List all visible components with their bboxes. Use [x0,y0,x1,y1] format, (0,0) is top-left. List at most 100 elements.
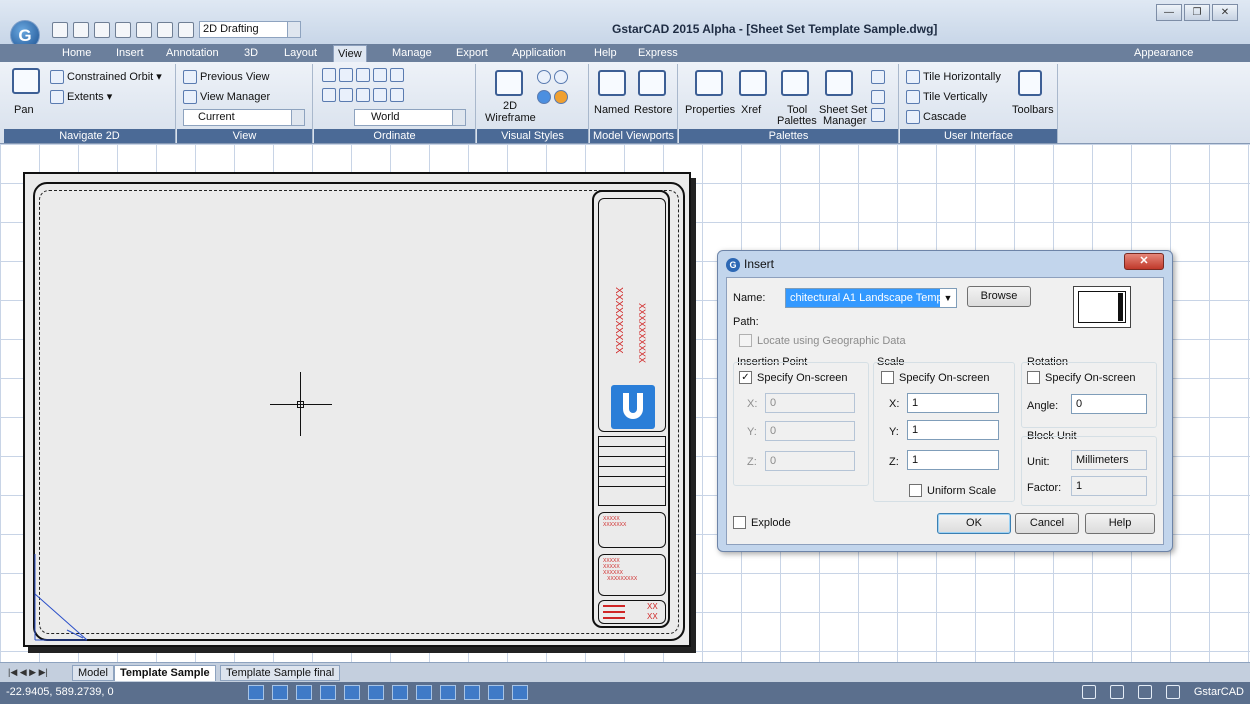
ucs-select[interactable]: World [354,109,466,126]
tab-model[interactable]: Model [72,665,114,681]
isolate-icon[interactable] [1109,685,1124,699]
redo-icon[interactable] [178,21,194,38]
toolbars-button[interactable]: Toolbars [1012,104,1054,116]
tab-template-sample-final[interactable]: Template Sample final [220,665,341,681]
ducs-icon[interactable] [392,685,408,700]
tab-insert[interactable]: Insert [112,45,148,62]
calculator-icon[interactable] [871,70,885,84]
tab-layout[interactable]: Layout [280,45,321,62]
uniform-scale-checkbox[interactable] [909,484,922,497]
browse-button[interactable]: Browse [967,286,1031,307]
toolbars-icon[interactable] [1018,70,1042,96]
properties-icon[interactable] [695,70,723,96]
open-icon[interactable] [73,21,89,38]
properties-button[interactable]: Properties [685,104,735,116]
markup-icon[interactable] [871,108,885,122]
ucs-icon[interactable] [322,88,336,102]
shaded-icon[interactable] [537,90,551,104]
angle-field[interactable]: 0 [1071,394,1147,414]
tab-export[interactable]: Export [452,45,492,62]
lineweight-icon[interactable] [440,685,456,700]
ucs-icon[interactable] [373,68,387,82]
annotation-icon[interactable] [512,685,528,700]
ins-y-field[interactable]: 0 [765,421,855,441]
hardware-icon[interactable] [1137,685,1152,699]
pan-button[interactable]: Pan [14,104,34,116]
tab-3d[interactable]: 3D [240,45,262,62]
constrained-orbit-button[interactable]: Constrained Orbit ▾ [50,70,162,85]
named-viewports-icon[interactable] [598,70,626,96]
chevron-down-icon[interactable]: ▼ [940,289,956,307]
hidden-icon[interactable] [537,70,551,84]
tool-palettes-button[interactable]: Palettes [777,115,817,127]
ucs-icon[interactable] [356,88,370,102]
view-manager-button[interactable]: View Manager [183,90,270,104]
dyn-icon[interactable] [416,685,432,700]
tab-template-sample[interactable]: Template Sample [114,665,216,681]
scale-specify-checkbox[interactable] [881,371,894,384]
new-icon[interactable] [52,21,68,38]
ucs-icon[interactable] [339,88,353,102]
tab-home[interactable]: Home [58,45,95,62]
xref-icon[interactable] [739,70,767,96]
restore-button[interactable]: ❐ [1184,4,1210,21]
close-window-button[interactable]: ✕ [1212,4,1238,21]
osnap-icon[interactable] [344,685,360,700]
help-button[interactable]: Help [1085,513,1155,534]
clean-screen-icon[interactable] [1165,685,1180,699]
name-combo[interactable]: chitectural A1 Landscape Template [785,288,957,308]
ucs-icon[interactable] [339,68,353,82]
cancel-button[interactable]: Cancel [1015,513,1079,534]
tab-nav-arrows[interactable]: |◀ ◀ ▶ ▶| [8,667,48,678]
tile-vertically-button[interactable]: Tile Vertically [906,90,987,104]
ortho-icon[interactable] [296,685,312,700]
tile-horizontally-button[interactable]: Tile Horizontally [906,70,1001,84]
conceptual-icon[interactable] [554,90,568,104]
xref-button[interactable]: Xref [741,104,761,116]
current-view-select[interactable]: Current [183,109,305,126]
otrack-icon[interactable] [368,685,384,700]
ucs-icon[interactable] [390,68,404,82]
ins-x-field[interactable]: 0 [765,393,855,413]
tab-express[interactable]: Express [634,45,682,62]
insertion-specify-checkbox[interactable]: ✓ [739,371,752,384]
sheet-set-icon[interactable] [825,70,853,96]
lock-icon[interactable] [1081,685,1096,699]
qp-icon[interactable] [464,685,480,700]
dialog-close-button[interactable]: ✕ [1124,253,1164,270]
extents-button[interactable]: Extents ▾ [50,90,112,105]
workspace-select[interactable]: 2D Drafting [199,21,301,38]
grid-toggle-icon[interactable] [272,685,288,700]
tab-help[interactable]: Help [590,45,621,62]
snap-icon[interactable] [248,685,264,700]
realistic-icon[interactable] [554,70,568,84]
ucs-icon[interactable] [356,68,370,82]
restore-viewports-icon[interactable] [638,70,666,96]
ok-button[interactable]: OK [937,513,1011,534]
rotation-specify-checkbox[interactable] [1027,371,1040,384]
save-as-icon[interactable] [115,21,131,38]
ucs-icon[interactable] [373,88,387,102]
minimize-button[interactable]: — [1156,4,1182,21]
restore-button[interactable]: Restore [634,104,673,116]
scale-y-field[interactable]: 1 [907,420,999,440]
ucs-icon[interactable] [390,88,404,102]
ins-z-field[interactable]: 0 [765,451,855,471]
tool-palettes-icon[interactable] [781,70,809,96]
wireframe-button[interactable]: Wireframe [485,112,536,124]
geo-checkbox[interactable] [739,334,752,347]
save-icon[interactable] [94,21,110,38]
polar-icon[interactable] [320,685,336,700]
cascade-button[interactable]: Cascade [906,110,966,124]
sc-icon[interactable] [488,685,504,700]
sheet-set-manager-button[interactable]: Manager [823,115,866,127]
tab-application[interactable]: Application [508,45,570,62]
explode-checkbox[interactable] [733,516,746,529]
tab-annotation[interactable]: Annotation [162,45,223,62]
previous-view-button[interactable]: Previous View [183,70,270,84]
grid-icon[interactable] [871,90,885,104]
scale-z-field[interactable]: 1 [907,450,999,470]
undo-icon[interactable] [157,21,173,38]
pan-icon[interactable] [12,68,40,94]
tab-manage[interactable]: Manage [388,45,436,62]
